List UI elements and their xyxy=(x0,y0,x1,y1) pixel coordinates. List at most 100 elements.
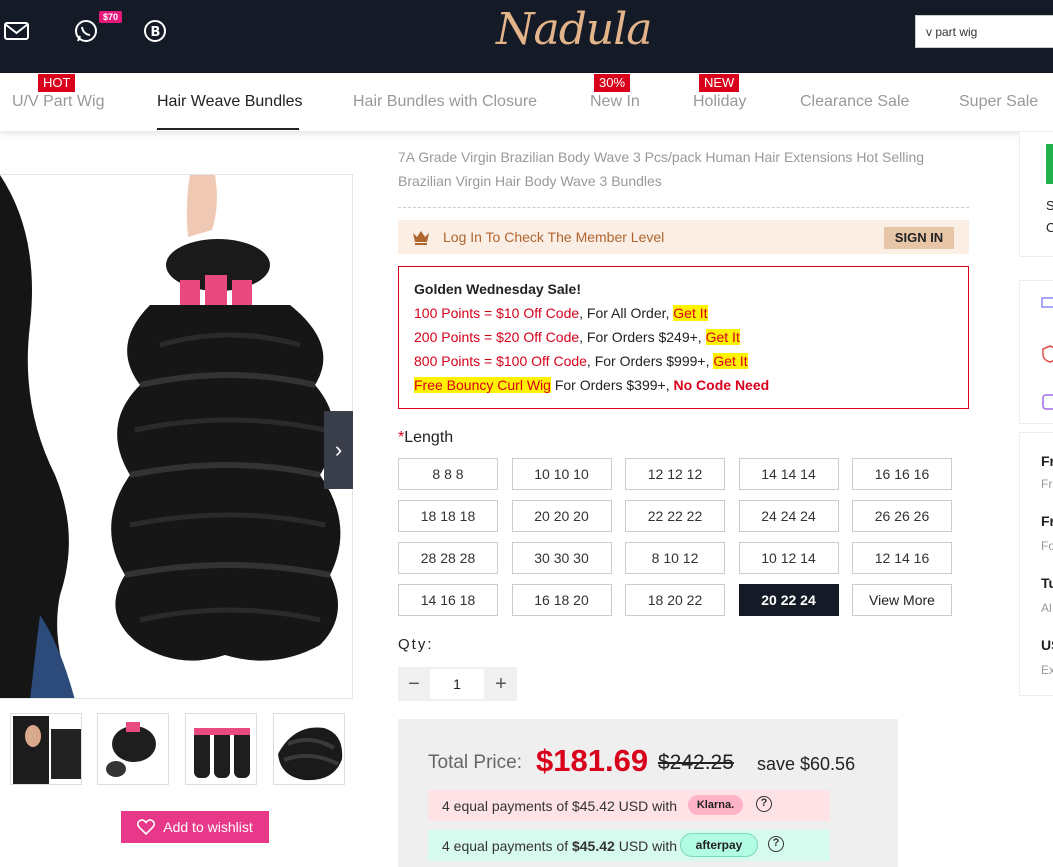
promo-offer: 100 Points = $10 Off Code xyxy=(414,305,580,321)
quantity-label: Qty: xyxy=(398,636,434,653)
hot-tag: HOT xyxy=(38,74,76,92)
length-option[interactable]: 14 16 18 xyxy=(398,584,498,616)
feature-sub: Fo xyxy=(1041,539,1053,553)
promo-line: 200 Points = $20 Off Code, For Orders $2… xyxy=(414,328,953,352)
member-level-bar: Log In To Check The Member Level SIGN IN xyxy=(398,220,969,254)
side-progress-bar xyxy=(1046,144,1053,184)
quantity-stepper: − 1 + xyxy=(398,667,517,701)
length-label-text: Length xyxy=(404,429,454,446)
price-box: Total Price: $181.69 $242.25 save $60.56… xyxy=(398,719,898,867)
promo-box: Golden Wednesday Sale! 100 Points = $10 … xyxy=(398,266,969,409)
thumbnail-model[interactable] xyxy=(10,713,82,785)
thumbnail-single-bundle[interactable] xyxy=(97,713,169,785)
length-option[interactable]: 22 22 22 xyxy=(625,500,725,532)
promo-condition: , For Orders $999+, xyxy=(586,353,714,369)
promo-title: Golden Wednesday Sale! xyxy=(414,281,582,297)
length-option[interactable]: 18 20 22 xyxy=(625,584,725,616)
nav-item-new-in[interactable]: New In xyxy=(590,93,640,111)
nav-item-super-sale[interactable]: Super Sale xyxy=(959,93,1038,111)
promo-line: 100 Points = $10 Off Code, For All Order… xyxy=(414,304,953,328)
decrement-button[interactable]: − xyxy=(398,667,430,701)
get-it-link[interactable]: Get It xyxy=(713,353,748,369)
klarna-logo[interactable]: Klarna. xyxy=(688,795,743,815)
return-icon[interactable] xyxy=(1041,393,1053,416)
shield-icon[interactable] xyxy=(1041,345,1053,368)
free-gift-link[interactable]: Free Bouncy Curl Wig xyxy=(414,377,551,393)
savings: save $60.56 xyxy=(757,754,856,774)
length-option[interactable]: 10 12 14 xyxy=(738,542,839,574)
heart-icon xyxy=(137,819,156,835)
nav-item-uv-part-wig[interactable]: U/V Part Wig xyxy=(12,93,104,111)
get-it-link[interactable]: Get It xyxy=(705,329,740,345)
no-code-note: No Code Need xyxy=(673,377,770,393)
afterpay-amount: $45.42 xyxy=(571,838,615,854)
feature-title: Fr xyxy=(1041,453,1053,469)
length-option[interactable]: 18 18 18 xyxy=(398,500,498,532)
length-label: *Length xyxy=(398,429,453,447)
sign-in-button[interactable]: SIGN IN xyxy=(884,227,954,249)
feature-title: US xyxy=(1041,637,1053,653)
quantity-input[interactable]: 1 xyxy=(430,669,484,699)
length-option[interactable]: 10 10 10 xyxy=(511,458,612,490)
length-option[interactable]: 16 16 16 xyxy=(852,458,952,490)
side-letter: S xyxy=(1046,198,1053,213)
length-option[interactable]: 24 24 24 xyxy=(738,500,839,532)
discount-tag: 30% xyxy=(594,74,631,92)
afterpay-text: 4 equal payments of xyxy=(442,838,572,854)
thumbnail-hair-closeup[interactable] xyxy=(273,713,345,785)
nav-item-hair-weave-bundles[interactable]: Hair Weave Bundles xyxy=(157,93,303,111)
shipping-icon[interactable] xyxy=(1041,295,1053,316)
view-more-lengths-button[interactable]: View More xyxy=(852,584,952,616)
nav-item-hair-bundles-with-closure[interactable]: Hair Bundles with Closure xyxy=(353,93,537,111)
length-option[interactable]: 8 8 8 xyxy=(398,458,498,490)
length-option[interactable]: 12 12 12 xyxy=(625,458,725,490)
side-panel-top: S C xyxy=(1019,131,1053,257)
member-level-text[interactable]: Log In To Check The Member Level xyxy=(443,229,664,245)
new-tag: NEW xyxy=(699,74,740,92)
promo-offer: 800 Points = $100 Off Code xyxy=(414,353,587,369)
length-option[interactable]: 26 26 26 xyxy=(852,500,952,532)
blog-icon[interactable]: B xyxy=(142,18,172,46)
product-title: 7A Grade Virgin Brazilian Body Wave 3 Pc… xyxy=(398,149,925,189)
thumbnail-three-bundles[interactable] xyxy=(185,713,257,785)
length-option[interactable]: 14 14 14 xyxy=(738,458,839,490)
add-to-wishlist-button[interactable]: Add to wishlist xyxy=(121,811,269,843)
wishlist-label: Add to wishlist xyxy=(163,819,253,835)
nav-item-holiday[interactable]: Holiday xyxy=(693,93,746,111)
afterpay-logo[interactable]: afterpay xyxy=(680,833,758,857)
length-option[interactable]: 12 14 16 xyxy=(852,542,952,574)
length-option[interactable]: 30 30 30 xyxy=(511,542,612,574)
site-logo[interactable]: Nadula xyxy=(496,4,653,55)
length-option[interactable]: 20 22 24 xyxy=(738,584,839,616)
search-input[interactable]: v part wig xyxy=(915,15,1053,48)
nav-item-label: Holiday xyxy=(693,93,747,110)
length-option[interactable]: 28 28 28 xyxy=(398,542,498,574)
get-it-link[interactable]: Get It xyxy=(673,305,708,321)
nav-item-label: New In xyxy=(590,93,640,110)
afterpay-installments: 4 equal payments of $45.42 USD with afte… xyxy=(428,830,830,861)
next-image-button[interactable]: › xyxy=(324,411,353,489)
original-price: $242.25 xyxy=(658,751,734,774)
mail-icon[interactable] xyxy=(4,18,34,46)
side-service-icons xyxy=(1019,280,1053,424)
feature-title: Fr xyxy=(1041,513,1053,529)
feature-sub: Fr xyxy=(1041,477,1053,491)
increment-button[interactable]: + xyxy=(485,667,517,701)
main-product-image[interactable] xyxy=(0,174,353,699)
afterpay-text-post: USD with xyxy=(614,838,678,854)
nav-item-label: Hair Weave Bundles xyxy=(157,93,303,110)
length-option[interactable]: 16 18 20 xyxy=(511,584,612,616)
promo-condition: , For Orders $249+, xyxy=(579,329,706,345)
klarna-text: 4 equal payments of $45.42 USD with xyxy=(442,798,678,814)
help-icon[interactable]: ? xyxy=(768,836,784,852)
length-option[interactable]: 20 20 20 xyxy=(511,500,612,532)
nav-item-clearance-sale[interactable]: Clearance Sale xyxy=(800,93,909,111)
crown-icon xyxy=(412,229,430,250)
category-nav: U/V Part Wig HOT Hair Weave Bundles Hair… xyxy=(0,73,1053,131)
klarna-installments: 4 equal payments of $45.42 USD with Klar… xyxy=(428,790,830,821)
length-option[interactable]: 8 10 12 xyxy=(625,542,725,574)
feature-sub: Ex xyxy=(1041,663,1053,677)
nav-item-label: Hair Bundles with Closure xyxy=(353,93,538,110)
help-icon[interactable]: ? xyxy=(756,796,772,812)
promo-offer: 200 Points = $20 Off Code xyxy=(414,329,580,345)
